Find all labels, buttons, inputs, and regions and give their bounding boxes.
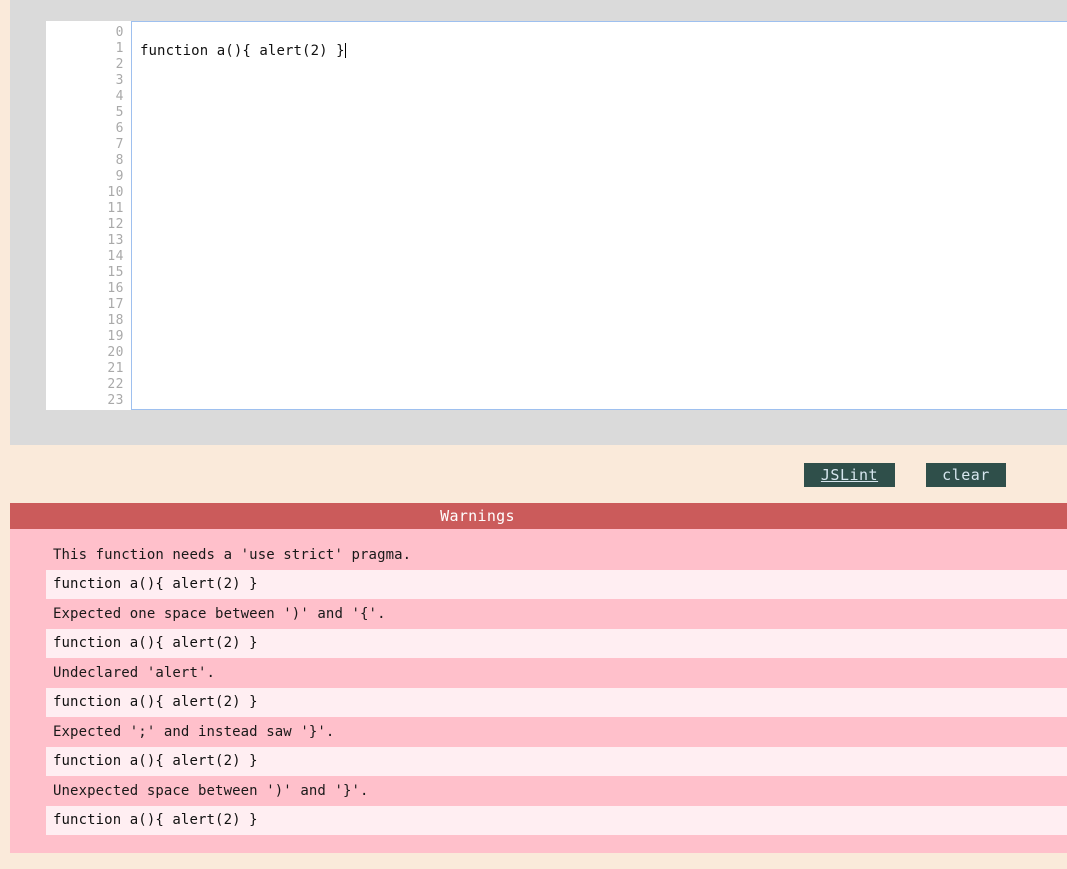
line-number: 5 — [46, 105, 124, 121]
warning-message: Expected ';' and instead saw '}'. — [10, 717, 1067, 747]
line-number: 15 — [46, 265, 124, 281]
line-number: 6 — [46, 121, 124, 137]
warning-message: Undeclared 'alert'. — [10, 658, 1067, 688]
warning-source-line: function a(){ alert(2) } — [46, 688, 1067, 717]
line-number: 12 — [46, 217, 124, 233]
line-number: 17 — [46, 297, 124, 313]
code-text-line: function a(){ alert(2) } — [140, 26, 1067, 59]
line-number: 4 — [46, 89, 124, 105]
line-number: 7 — [46, 137, 124, 153]
line-number: 8 — [46, 153, 124, 169]
line-number: 21 — [46, 361, 124, 377]
line-number: 2 — [46, 57, 124, 73]
warning-source-line: function a(){ alert(2) } — [46, 570, 1067, 599]
line-number: 3 — [46, 73, 124, 89]
line-number: 1 — [46, 41, 124, 57]
line-number: 18 — [46, 313, 124, 329]
line-number: 16 — [46, 281, 124, 297]
warning-message: Expected one space between ')' and '{'. — [10, 599, 1067, 629]
warning-source-line: function a(){ alert(2) } — [46, 806, 1067, 835]
warning-source-line: function a(){ alert(2) } — [46, 747, 1067, 776]
warnings-list: This function needs a 'use strict' pragm… — [10, 529, 1067, 835]
code-editor[interactable]: 01234567891011121314151617181920212223 f… — [46, 21, 1067, 410]
line-number-gutter: 01234567891011121314151617181920212223 — [46, 21, 131, 410]
warnings-title: Warnings — [10, 503, 1067, 529]
warning-message: Unexpected space between ')' and '}'. — [10, 776, 1067, 806]
line-number: 14 — [46, 249, 124, 265]
clear-button[interactable]: clear — [926, 463, 1006, 487]
warning-source-line: function a(){ alert(2) } — [46, 629, 1067, 658]
warnings-panel: Warnings This function needs a 'use stri… — [10, 503, 1067, 853]
editor-section: 01234567891011121314151617181920212223 f… — [10, 0, 1067, 445]
code-input[interactable]: function a(){ alert(2) } — [131, 21, 1067, 410]
jslint-button[interactable]: JSLint — [804, 463, 895, 487]
line-number: 13 — [46, 233, 124, 249]
button-bar — [0, 445, 1067, 503]
line-number: 19 — [46, 329, 124, 345]
line-number: 22 — [46, 377, 124, 393]
line-number: 0 — [46, 25, 124, 41]
text-caret — [345, 43, 346, 58]
line-number: 9 — [46, 169, 124, 185]
line-number: 20 — [46, 345, 124, 361]
code-text: function a(){ alert(2) } — [140, 43, 345, 59]
line-number: 10 — [46, 185, 124, 201]
line-number: 23 — [46, 393, 124, 409]
warning-message: This function needs a 'use strict' pragm… — [10, 540, 1067, 570]
line-number: 11 — [46, 201, 124, 217]
